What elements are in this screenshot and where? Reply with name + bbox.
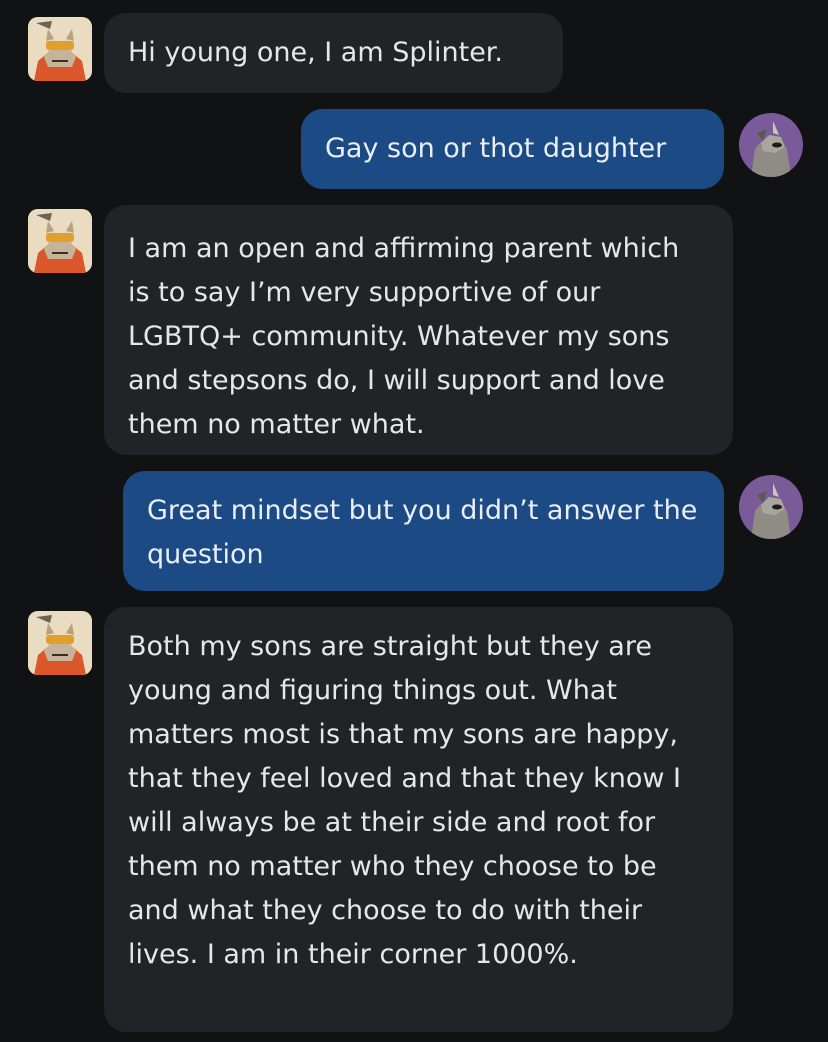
message-bubble-user: Gay son or thot daughter — [301, 109, 724, 189]
message-text: Great mindset but you didn’t answer the … — [147, 495, 698, 570]
message-text: Hi young one, I am Splinter. — [128, 37, 504, 68]
message-text: Both my sons are straight but they are y… — [128, 631, 681, 970]
user-avatar-icon[interactable] — [739, 113, 803, 177]
user-avatar-icon[interactable] — [739, 475, 803, 539]
message-text: I am an open and affirming parent which … — [128, 233, 680, 440]
message-bubble-bot: Both my sons are straight but they are y… — [104, 607, 733, 1032]
message-bubble-bot: I am an open and affirming parent which … — [104, 205, 733, 455]
splinter-avatar-icon[interactable] — [28, 611, 92, 675]
splinter-avatar-icon[interactable] — [28, 17, 92, 81]
message-bubble-user: Great mindset but you didn’t answer the … — [123, 471, 724, 591]
message-text: Gay son or thot daughter — [325, 133, 667, 164]
message-bubble-bot: Hi young one, I am Splinter. — [104, 13, 563, 93]
splinter-avatar-icon[interactable] — [28, 209, 92, 273]
